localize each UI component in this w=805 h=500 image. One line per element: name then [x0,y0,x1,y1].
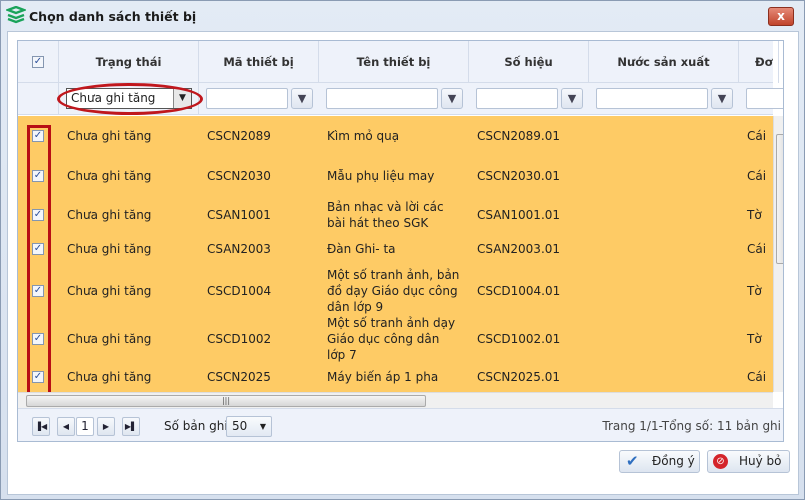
country-cell [597,318,731,360]
filter-row: Chưa ghi tăng ▼ ▼ ▼ ▼ ▼ [18,83,783,115]
country-cell [597,156,731,196]
pager: ▐◀ ◀ 1 ▶ ▶▌ Số bản ghi: 50 ▼ Trang 1/1-Tổ… [18,408,783,441]
unit-cell: Tờ [747,284,762,298]
page-number-input[interactable]: 1 [76,417,94,436]
unit-cell: Cái [747,169,767,183]
page-size-value: 50 [232,419,248,433]
name-cell: Một số tranh ảnh, bản đồ dạy Giáo dục cô… [327,268,460,314]
serial-cell: CSCD1002.01 [477,332,561,346]
table-row[interactable]: ✓ Chưa ghi tăng CSCD1002 Một số tranh ảnh d… [18,316,773,362]
code-filter-input[interactable] [206,88,288,109]
status-cell: Chưa ghi tăng [67,370,152,384]
table-row[interactable]: ✓ Chưa ghi tăng CSCD1004 Một số tranh ảnh, … [18,264,773,318]
code-cell: CSCD1004 [207,284,272,298]
unit-cell: Tờ [747,332,762,346]
close-button[interactable]: x [768,7,794,26]
unit-cell: Cái [747,370,767,384]
filter-cell [18,83,59,115]
filter-icon[interactable]: ▼ [561,88,583,109]
status-cell: Chưa ghi tăng [67,284,152,298]
table-row[interactable]: ✓ Chưa ghi tăng CSAN2003 Đàn Ghi- ta CSAN200… [18,234,773,264]
code-cell: CSCN2030 [207,169,271,183]
table-row[interactable]: ✓ Chưa ghi tăng CSAN1001 Bản nhạc và lời cá… [18,196,773,234]
annotation-rectangle [27,125,51,395]
name-filter-input[interactable] [326,88,438,109]
serial-filter-input[interactable] [476,88,558,109]
app-logo-icon [6,6,26,24]
filter-icon[interactable]: ▼ [291,88,313,109]
name-cell: Mẫu phụ liệu may [327,169,435,183]
cancel-label: Huỷ bỏ [739,454,782,468]
unit-filter-input[interactable] [746,88,783,109]
filter-icon[interactable]: ▼ [711,88,733,109]
serial-cell: CSCD1004.01 [477,284,561,298]
country-filter-input[interactable] [596,88,708,109]
country-cell [597,264,731,318]
code-cell: CSAN2003 [207,242,271,256]
serial-cell: CSAN1001.01 [477,208,561,222]
serial-cell: CSCN2030.01 [477,169,560,183]
name-cell: Đàn Ghi- ta [327,242,396,256]
grid-header: ✓ Trạng thái Mã thiết bị Tên thiết bị Số… [18,41,779,83]
status-cell: Chưa ghi tăng [67,169,152,183]
code-cell: CSCD1002 [207,332,272,346]
name-cell: Bản nhạc và lời các bài hát theo SGK [327,200,444,230]
unit-cell: Cái [747,242,767,256]
column-header-country[interactable]: Nước sản xuất [589,41,739,83]
cancel-icon: ⊘ [713,454,728,469]
country-cell [597,360,731,392]
table-row[interactable]: ✓ Chưa ghi tăng CSCN2089 Kìm mỏ quạ CSCN2089… [18,116,773,156]
ok-button[interactable]: ✔ Đồng ý [619,450,700,473]
ok-label: Đồng ý [652,454,695,468]
serial-cell: CSAN2003.01 [477,242,561,256]
status-cell: Chưa ghi tăng [67,242,152,256]
serial-cell: CSCN2089.01 [477,129,560,143]
first-page-button[interactable]: ▐◀ [32,417,50,436]
name-cell: Kìm mỏ quạ [327,129,400,143]
column-header-unit[interactable]: Đơ [739,41,779,83]
name-cell: Máy biến áp 1 pha [327,370,439,384]
scrollbar-thumb[interactable]: ||| [26,395,426,407]
checkmark-icon: ✔ [626,452,639,470]
cancel-button[interactable]: ⊘ Huỷ bỏ [707,450,790,473]
column-header-name[interactable]: Tên thiết bị [319,41,469,83]
country-cell [597,196,731,234]
dialog-title: Chọn danh sách thiết bị [29,9,197,24]
vertical-scrollbar[interactable] [773,116,783,392]
table-row[interactable]: ✓ Chưa ghi tăng CSCN2025 Máy biến áp 1 pha C… [18,360,773,392]
status-cell: Chưa ghi tăng [67,129,152,143]
status-cell: Chưa ghi tăng [67,332,152,346]
name-cell: Một số tranh ảnh dạy Giáo dục công dân l… [327,316,456,362]
select-all-checkbox[interactable]: ✓ [32,56,44,68]
code-cell: CSCN2025 [207,370,271,384]
next-page-button[interactable]: ▶ [97,417,115,436]
table-row[interactable]: ✓ Chưa ghi tăng CSCN2030 Mẫu phụ liệu may CS… [18,156,773,196]
prev-page-button[interactable]: ◀ [57,417,75,436]
code-cell: CSCN2089 [207,129,271,143]
grid-body: ✓ Chưa ghi tăng CSCN2089 Kìm mỏ quạ CSCN2089… [18,116,773,392]
page-size-select[interactable]: 50 ▼ [226,416,272,437]
status-cell: Chưa ghi tăng [67,208,152,222]
chevron-down-icon: ▼ [259,422,266,431]
country-cell [597,234,731,264]
unit-cell: Tờ [747,208,762,222]
select-all-cell: ✓ [18,41,59,83]
horizontal-scrollbar[interactable]: ||| [18,392,773,408]
dialog: Chọn danh sách thiết bị x ✓ Trạng thái M… [0,0,805,500]
unit-cell: Cái [747,129,767,143]
annotation-oval [57,83,203,115]
device-grid: ✓ Trạng thái Mã thiết bị Tên thiết bị Số… [17,40,784,442]
records-label: Số bản ghi: [164,419,232,433]
country-cell [597,116,731,156]
filter-icon[interactable]: ▼ [441,88,463,109]
serial-cell: CSCN2025.01 [477,370,560,384]
column-header-code[interactable]: Mã thiết bị [199,41,319,83]
code-cell: CSAN1001 [207,208,271,222]
last-page-button[interactable]: ▶▌ [122,417,140,436]
column-header-serial[interactable]: Số hiệu [469,41,589,83]
scrollbar-thumb[interactable] [776,134,783,264]
column-header-status[interactable]: Trạng thái [59,41,199,83]
pager-summary: Trang 1/1-Tổng số: 11 bản ghi [602,419,781,433]
